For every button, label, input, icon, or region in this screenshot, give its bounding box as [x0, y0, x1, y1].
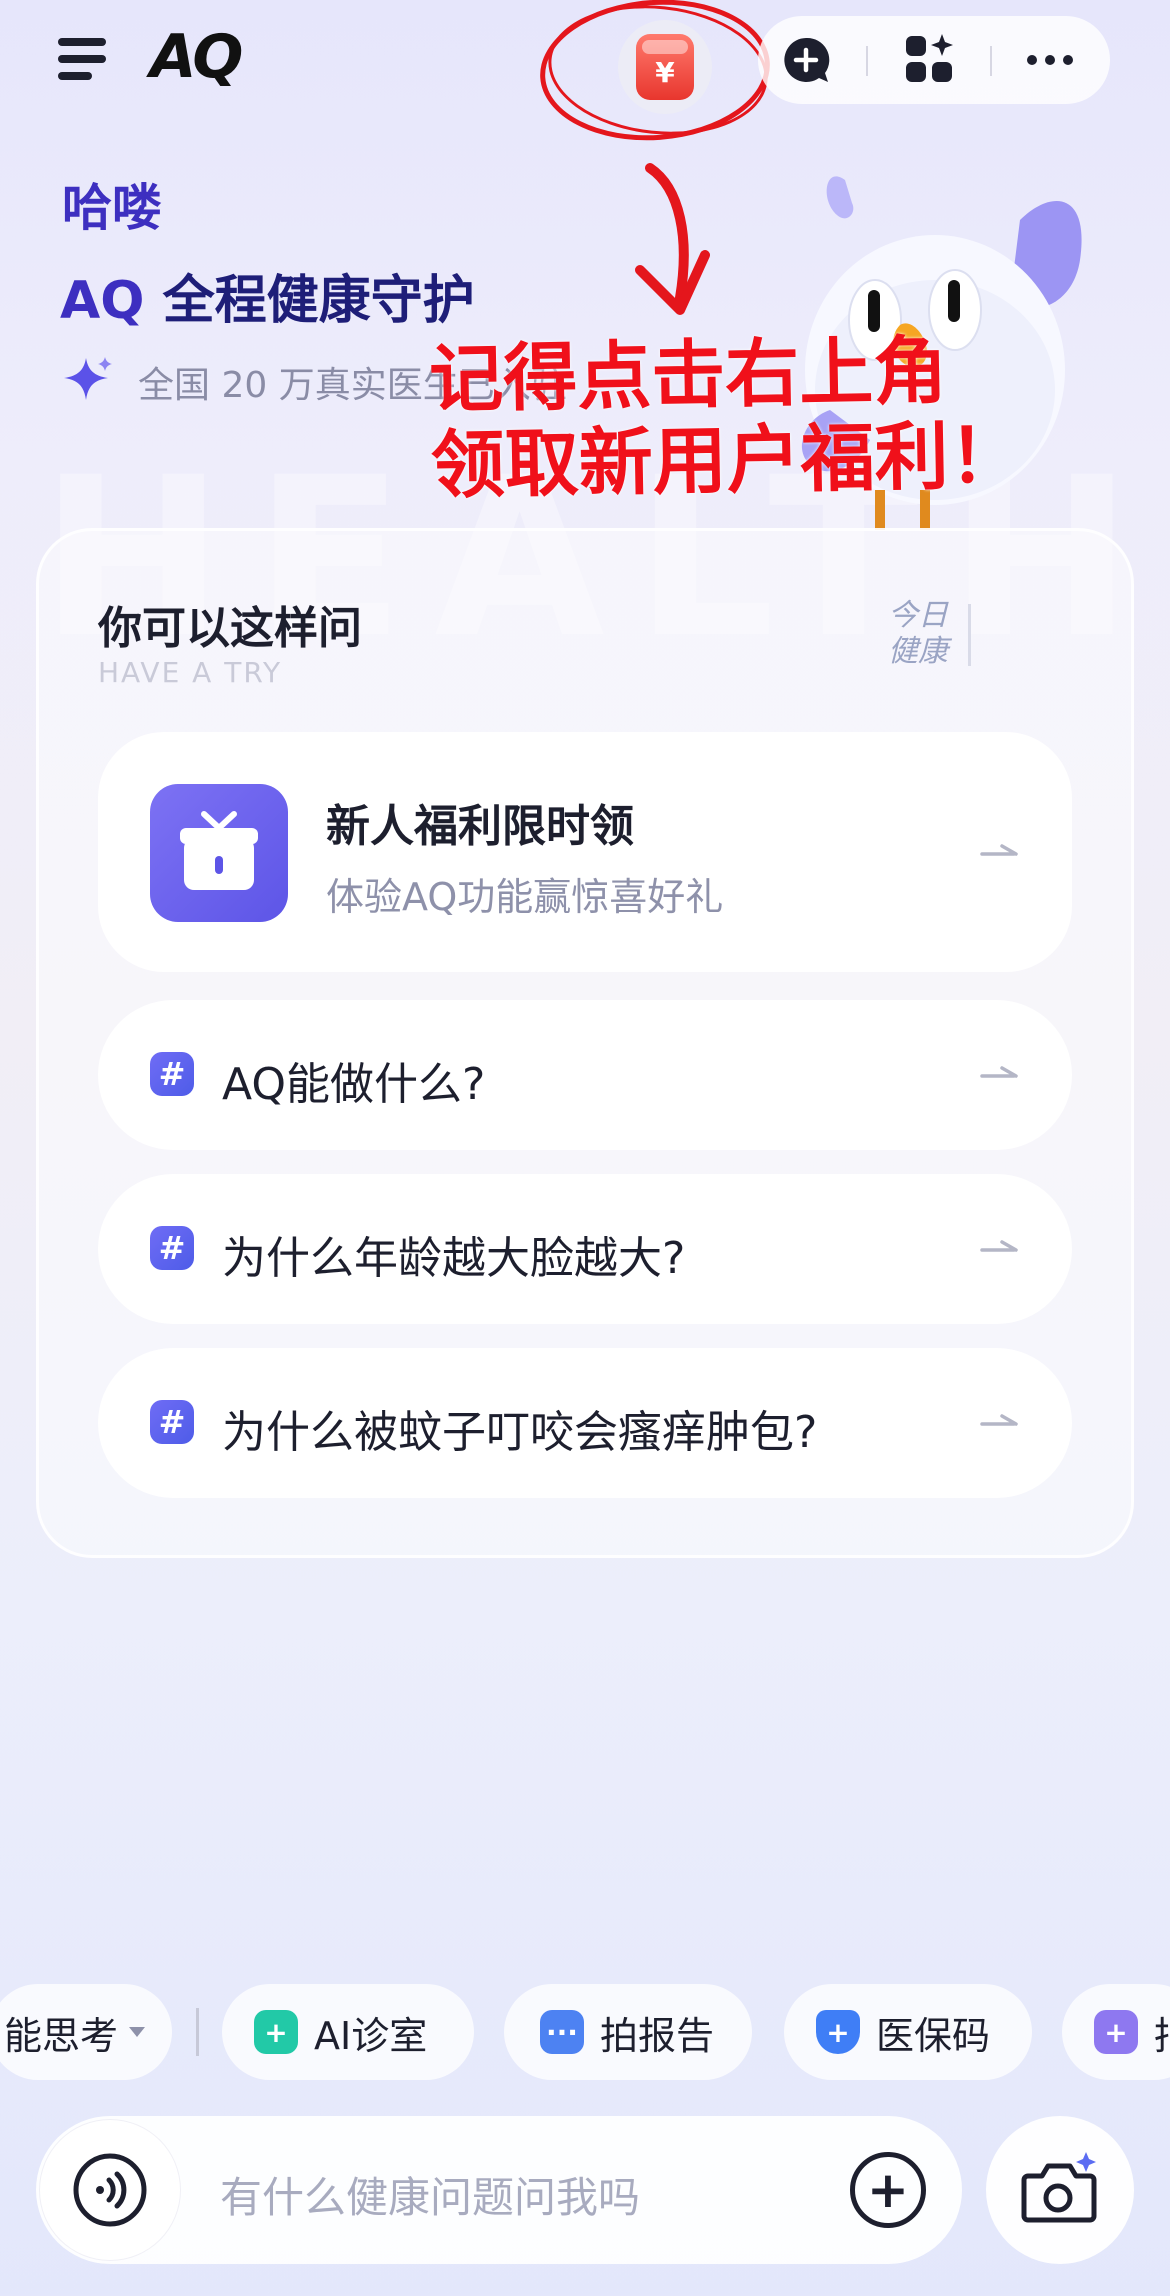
- card-subtitle: HAVE A TRY: [98, 656, 283, 689]
- today-health-tab[interactable]: 今日 健康: [888, 598, 948, 670]
- welfare-subtitle: 体验AQ功能赢惊喜好礼: [326, 875, 724, 919]
- today-divider: [968, 604, 971, 666]
- chip-insurance-code[interactable]: + 医保码: [784, 1984, 1032, 2080]
- menu-icon[interactable]: [58, 38, 110, 82]
- chip-photo-report[interactable]: ··· 拍报告: [504, 1984, 752, 2080]
- chip-label: 医保码: [876, 2013, 991, 2058]
- chip-label: AI诊室: [314, 2013, 428, 2058]
- plus-icon: +: [254, 2010, 298, 2054]
- annotation-line-2: 领取新用户福利！: [430, 412, 1024, 510]
- document-icon: ···: [540, 2010, 584, 2054]
- gift-icon: [150, 784, 288, 922]
- top-action-pill: [758, 16, 1110, 104]
- suggested-question[interactable]: # 为什么被蚊子叮咬会瘙痒肿包?: [98, 1348, 1072, 1498]
- deep-think-chip[interactable]: 能思考: [0, 1984, 172, 2080]
- suggested-question[interactable]: # 为什么年龄越大脸越大?: [98, 1174, 1072, 1324]
- sparkle-icon: [64, 357, 112, 400]
- card-title: 你可以这样问: [98, 603, 362, 654]
- annotation-line-1: 记得点击右上角: [428, 328, 948, 424]
- hashtag-icon: #: [150, 1052, 194, 1096]
- suggested-question[interactable]: # AQ能做什么?: [98, 1000, 1072, 1150]
- go-arrow-icon: [980, 1066, 1018, 1078]
- annotation-text: 记得点击右上角 领取新用户福利！: [429, 327, 1024, 509]
- chip-photo-medicine[interactable]: + 拍: [1062, 1984, 1170, 2080]
- chip-label: 能思考: [4, 2013, 119, 2058]
- question-text: 为什么被蚊子叮咬会瘙痒肿包?: [222, 1407, 818, 1458]
- chip-ai-clinic[interactable]: + AI诊室: [222, 1984, 474, 2080]
- apps-sparkle-icon[interactable]: [904, 34, 956, 86]
- shield-icon: +: [816, 2010, 860, 2054]
- caret-down-icon: [129, 2027, 146, 2037]
- welfare-title: 新人福利限时领: [326, 801, 634, 852]
- hashtag-icon: #: [150, 1226, 194, 1270]
- app-logo: AQ: [150, 22, 243, 92]
- go-arrow-icon: [980, 1414, 1018, 1426]
- greeting-headline-text: 全程健康守护: [162, 271, 475, 331]
- medicine-icon: +: [1094, 2010, 1138, 2054]
- question-text: 为什么年龄越大脸越大?: [222, 1233, 686, 1284]
- new-chat-icon[interactable]: [780, 34, 832, 86]
- today-label: 今日: [888, 598, 948, 633]
- greeting-headline: AQ 全程健康守护: [60, 258, 475, 333]
- chip-divider: [196, 2008, 199, 2056]
- voice-input-button[interactable]: [40, 2120, 180, 2260]
- annotation-arrow-icon: [635, 163, 710, 315]
- go-arrow-icon: [980, 1240, 1018, 1252]
- chat-input[interactable]: 有什么健康问题问我吗: [220, 2164, 640, 2225]
- more-icon[interactable]: [1024, 34, 1076, 86]
- go-arrow-icon: [980, 844, 1018, 856]
- health-label: 健康: [888, 634, 948, 669]
- chip-label: 拍报告: [600, 2013, 715, 2058]
- greeting-brand: AQ: [60, 271, 145, 331]
- attach-plus-button[interactable]: +: [850, 2152, 926, 2228]
- question-text: AQ能做什么?: [222, 1059, 486, 1110]
- hashtag-icon: #: [150, 1400, 194, 1444]
- camera-icon: [1021, 2152, 1097, 2223]
- camera-button[interactable]: [986, 2116, 1134, 2264]
- voice-icon: [73, 2153, 147, 2227]
- greeting-hello: 哈喽: [62, 179, 162, 237]
- chip-label: 拍: [1154, 2005, 1170, 2060]
